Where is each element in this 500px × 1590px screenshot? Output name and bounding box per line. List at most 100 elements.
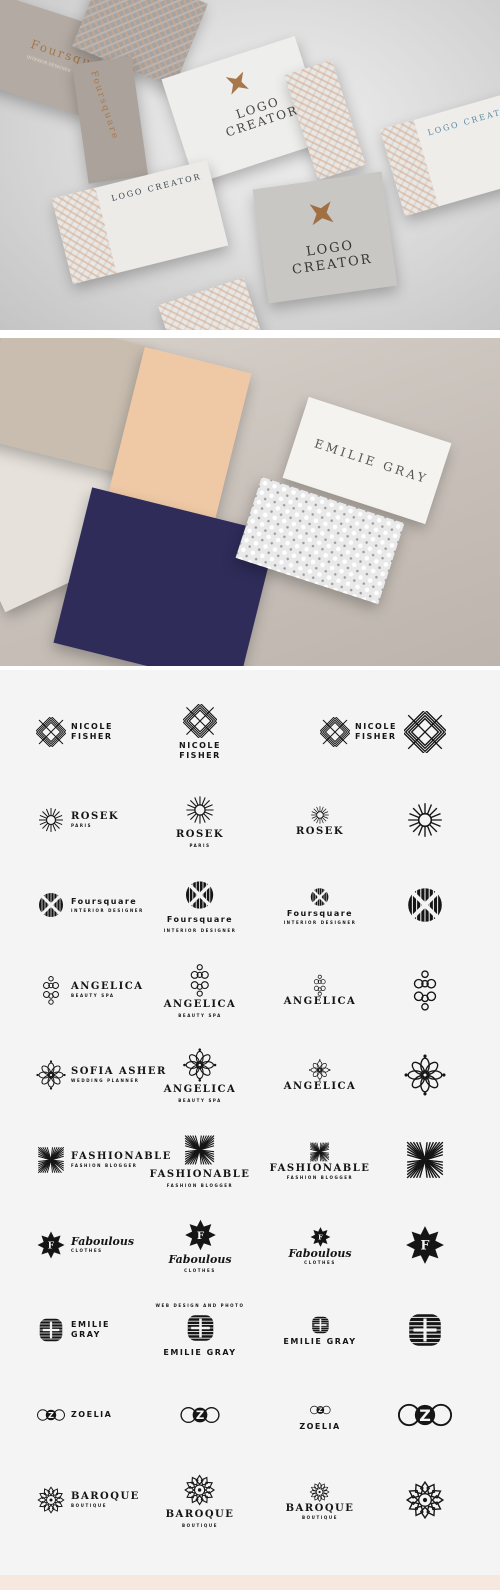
- starburst-icon: [36, 717, 66, 747]
- logo-subtitle: BOUTIQUE: [71, 1503, 108, 1508]
- square-pattern-icon: [37, 1146, 65, 1174]
- logo-variant: F: [404, 1224, 446, 1266]
- logo-arc-text: WEB DESIGN AND PHOTO: [155, 1302, 245, 1308]
- contact-card-right: LOGO CREATOR: [380, 93, 500, 217]
- flower-cross-icon: [309, 1058, 331, 1081]
- svg-text:Z: Z: [318, 1407, 323, 1414]
- svg-text:Z: Z: [196, 1408, 204, 1422]
- logo-subtitle: INTERIOR DESIGNER: [163, 927, 237, 933]
- logo-title: Faboulous: [71, 1235, 135, 1248]
- logo-subtitle: FASHION BLOGGER: [166, 1182, 234, 1188]
- logo-variant: [404, 884, 446, 926]
- logo-variant: ROSEK PARIS: [36, 805, 119, 835]
- logo-variant: BAROQUE BOUTIQUE: [36, 1485, 140, 1515]
- logo-subtitle: FASHION BLOGGER: [286, 1174, 354, 1180]
- logo-variant: F Faboulous CLOTHES: [168, 1218, 232, 1273]
- logo-title: ZOELIA: [299, 1421, 341, 1431]
- rosette-icon: [186, 795, 214, 824]
- logo-variant: Z: [179, 1394, 221, 1436]
- logo-creator-title: LOGO CREATOR: [224, 94, 301, 140]
- gold-logo-icon: [220, 66, 255, 101]
- svg-text:Z: Z: [419, 1406, 431, 1425]
- baroque-icon: [37, 1486, 65, 1514]
- logo-variant: [404, 799, 446, 841]
- logo-variant: [404, 969, 446, 1011]
- logo-variant: [404, 1054, 446, 1096]
- logo-variant: Foursquare INTERIOR DESIGNER: [36, 890, 144, 920]
- logo-title: ANGELICA: [283, 995, 357, 1007]
- logo-subtitle: BOUTIQUE: [181, 1522, 219, 1528]
- flower-f-icon: F: [184, 1219, 216, 1250]
- logo-subtitle: INTERIOR DESIGNER: [283, 919, 357, 925]
- logo-variant: Z ZOELIA: [299, 1399, 340, 1432]
- starburst-icon: [183, 703, 217, 738]
- logo-creator-line-2: LOGO CREATOR: [426, 103, 500, 138]
- logo-variant: BAROQUE BOUTIQUE: [166, 1473, 235, 1528]
- z-knot-icon: Z: [309, 1405, 331, 1414]
- logo-subtitle: CLOTHES: [304, 1259, 336, 1265]
- logo-title: NICOLE FISHER: [179, 740, 221, 760]
- emblem-icon: [409, 1314, 441, 1346]
- mandala-icon: [404, 1054, 446, 1096]
- rosette-icon: [311, 805, 329, 824]
- logo-title: Foursquare: [286, 908, 354, 918]
- flower-f-icon: F: [37, 1231, 65, 1259]
- logo-title: Foursquare: [71, 897, 138, 906]
- flower-f-icon: F: [310, 1226, 330, 1247]
- logo-title: BAROQUE: [165, 1508, 235, 1520]
- logo-creator-card-square: LOGO CREATOR: [252, 171, 398, 304]
- logo-variant: ROSEK PARIS: [176, 793, 224, 848]
- bottom-strip: [0, 1575, 500, 1590]
- logo-variant: NICOLE FISHER: [320, 717, 397, 747]
- logo-title: ROSEK: [175, 828, 225, 840]
- logo-subtitle: BEAUTY SPA: [178, 1097, 222, 1103]
- baroque-icon: [184, 1474, 216, 1505]
- logo-variant: [404, 1309, 446, 1351]
- logo-title: ANGELICA: [163, 1083, 237, 1095]
- logo-title: FASHIONABLE: [269, 1162, 371, 1174]
- logo-subtitle: BEAUTY SPA: [178, 1012, 222, 1018]
- logo-variant: WEB DESIGN AND PHOTO EMILIE GRAY: [156, 1303, 245, 1358]
- gold-logo-icon: [301, 192, 343, 234]
- vertical-foursquare-card: Foursquare: [71, 56, 149, 184]
- svg-text:F: F: [196, 1229, 204, 1241]
- circle-x-icon: [39, 893, 63, 917]
- logo-variant: [404, 711, 446, 753]
- logo-title: ZOELIA: [71, 1410, 113, 1419]
- logo-title: BAROQUE: [71, 1491, 140, 1502]
- svg-text:Z: Z: [48, 1410, 54, 1420]
- logo-subtitle: BOUTIQUE: [301, 1514, 339, 1520]
- business-cards-photo: Foursquare INTERIOR DESIGNER Foursquare …: [0, 0, 500, 330]
- logo-variant: EMILIE GRAY: [36, 1315, 110, 1345]
- drop-chain-icon: [190, 963, 210, 997]
- logo-variant: EMILIE GRAY: [283, 1314, 356, 1347]
- square-pattern-icon: [406, 1141, 444, 1179]
- square-pattern-icon: [185, 1134, 215, 1165]
- logo-title: SOFIA ASHER: [71, 1066, 167, 1077]
- starburst-icon: [404, 711, 446, 753]
- emilie-gray-title: EMILIE GRAY: [312, 436, 430, 487]
- papers-photo: EMILIE GRAY: [0, 338, 500, 666]
- mandala-icon: [36, 1060, 66, 1090]
- vertical-card-title: Foursquare: [88, 69, 121, 142]
- baroque-icon: [405, 1480, 445, 1520]
- logo-title: ANGELICA: [71, 981, 144, 992]
- emblem-icon: [311, 1316, 329, 1333]
- logo-title: EMILIE GRAY: [283, 1336, 357, 1346]
- contact-card-left: LOGO CREATOR: [51, 159, 229, 285]
- logo-title: NICOLE FISHER: [355, 722, 397, 741]
- logo-variant: F Faboulous CLOTHES: [36, 1230, 134, 1260]
- logo-variant: ANGELICA: [284, 974, 357, 1007]
- logo-title: ANGELICA: [283, 1080, 357, 1092]
- navy-paper: [53, 487, 277, 666]
- pattern-card-bottom: [157, 277, 263, 330]
- logo-subtitle: PARIS: [189, 842, 211, 848]
- logo-variant: BAROQUE BOUTIQUE: [286, 1481, 355, 1520]
- logo-variant: ANGELICA BEAUTY SPA: [163, 1047, 237, 1103]
- logo-variant: NICOLE FISHER: [36, 717, 113, 747]
- logo-subtitle: CLOTHES: [71, 1248, 103, 1253]
- logo-variant: ANGELICA: [283, 1058, 357, 1092]
- mandala-icon: [183, 1047, 217, 1082]
- logo-variant: [404, 1139, 446, 1181]
- logo-title: Faboulous: [168, 1252, 232, 1266]
